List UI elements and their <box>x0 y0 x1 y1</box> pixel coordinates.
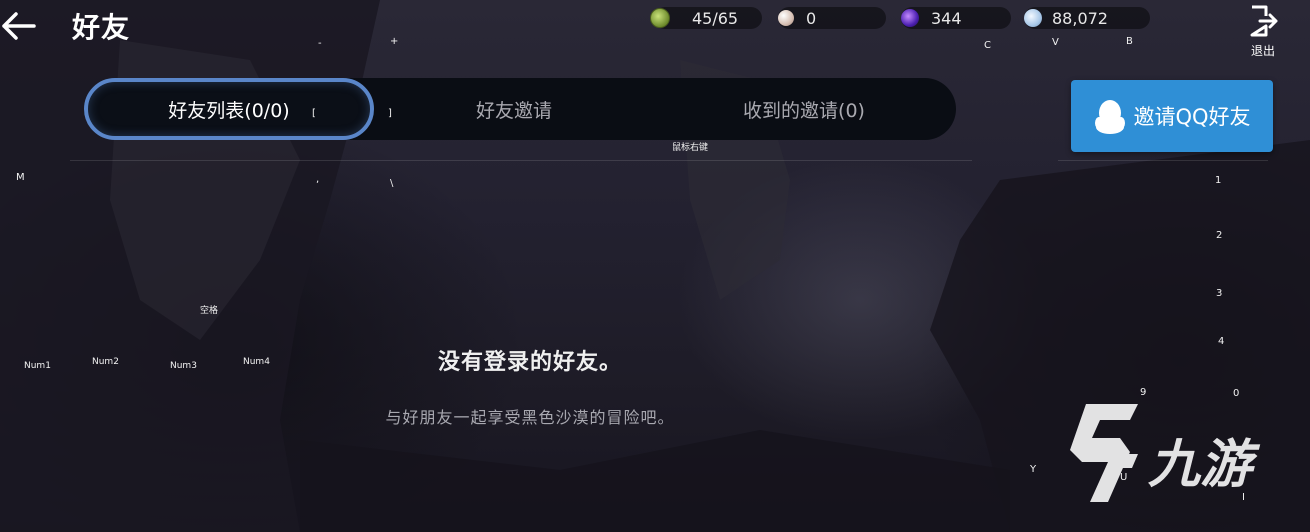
resource-silver: 88,072 <box>1024 7 1150 29</box>
silver-coin-icon <box>1024 9 1042 27</box>
key-hint-num3: Num3 <box>170 361 197 371</box>
key-hint-minus: - <box>318 38 322 49</box>
key-hint-y: Y <box>1030 464 1037 475</box>
tab-friend-list[interactable]: 好友列表(0/0) <box>84 78 374 140</box>
key-hint-num1: Num1 <box>24 361 51 371</box>
key-hint-c: C <box>984 40 991 51</box>
tab-friend-invites[interactable]: 好友邀请 <box>374 78 654 140</box>
pearl-icon <box>778 10 794 26</box>
key-hint-m: M <box>16 172 25 183</box>
key-hint-left-bracket: [ <box>312 108 316 119</box>
resource-value: 88,072 <box>1052 8 1108 28</box>
key-hint-plus: + <box>390 36 399 47</box>
key-hint-space: 空格 <box>200 306 219 316</box>
key-hint-2: 2 <box>1216 230 1223 241</box>
key-hint-b: B <box>1126 36 1133 47</box>
qq-penguin-icon <box>1095 100 1126 134</box>
key-hint-right-bracket: ] <box>388 108 392 119</box>
purple-orb-icon <box>901 9 919 27</box>
key-hint-9: 9 <box>1140 387 1147 398</box>
divider <box>70 160 972 161</box>
divider <box>1058 160 1268 161</box>
resource-value: 344 <box>931 8 962 28</box>
key-hint-backslash: \ <box>390 178 394 189</box>
key-hint-3: 3 <box>1216 288 1223 299</box>
green-gem-icon <box>650 8 670 28</box>
qq-button-label: 邀请QQ好友 <box>1133 105 1251 129</box>
key-hint-v: V <box>1052 37 1059 48</box>
exit-button[interactable]: 退出 <box>1246 4 1280 58</box>
key-hint-num2: Num2 <box>92 357 119 367</box>
key-hint-comma: , <box>316 174 320 185</box>
resource-purple-orb: 344 <box>901 7 1011 29</box>
empty-state-title: 没有登录的好友。 <box>437 350 622 375</box>
resource-value: 0 <box>806 8 817 28</box>
jiuyou-watermark-logo: 九游 <box>1056 398 1286 510</box>
svg-text:九游: 九游 <box>1148 435 1261 495</box>
exit-door-icon <box>1250 5 1278 37</box>
key-hint-right-click: 鼠标右键 <box>672 143 709 153</box>
resource-value: 45/65 <box>692 8 739 28</box>
key-hint-1: 1 <box>1215 175 1222 186</box>
exit-label: 退出 <box>1250 44 1275 58</box>
friends-tab-bar: 好友列表(0/0) 好友邀请 收到的邀请(0) <box>84 78 956 140</box>
key-hint-4: 4 <box>1218 336 1225 347</box>
key-hint-num4: Num4 <box>243 357 270 367</box>
back-arrow-icon[interactable] <box>0 6 40 46</box>
empty-state-subtitle: 与好朋友一起享受黑色沙漠的冒险吧。 <box>385 408 675 427</box>
resource-pearl: 0 <box>778 7 886 29</box>
tab-received-invites[interactable]: 收到的邀请(0) <box>654 78 954 140</box>
invite-qq-friends-button[interactable]: 邀请QQ好友 <box>1071 80 1273 152</box>
resource-energy: 45/65 <box>650 7 762 29</box>
page-title: 好友 <box>72 11 131 44</box>
